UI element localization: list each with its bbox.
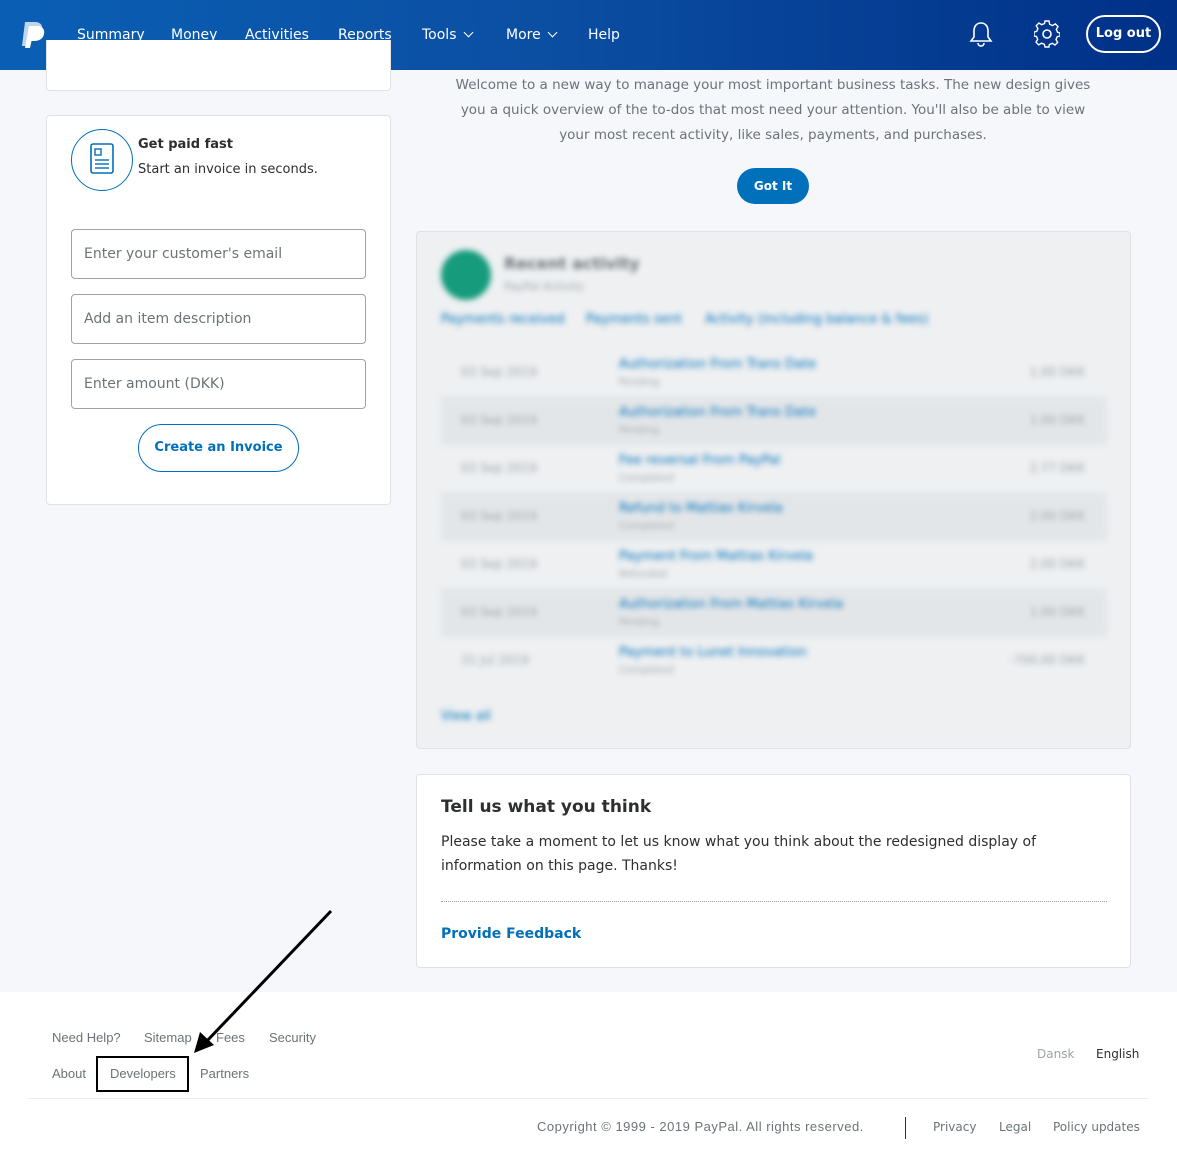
activity-row[interactable]: 03 Sep 2019 Fee reversal From PayPal Com… — [441, 445, 1107, 493]
invoice-card-title: Get paid fast — [138, 137, 233, 152]
chevron-down-icon — [463, 27, 473, 38]
gear-icon[interactable] — [1034, 20, 1060, 48]
activity-row[interactable]: 03 Sep 2019 Authorization From Trans Dat… — [441, 397, 1107, 445]
activity-description[interactable]: Payment From Mattias Kirvela — [619, 549, 813, 564]
footer-link-policy-updates[interactable]: Policy updates — [1053, 1120, 1140, 1134]
activity-status: Completed — [619, 665, 674, 676]
view-all-link[interactable]: View all — [441, 709, 491, 724]
customer-email-input[interactable] — [71, 229, 366, 279]
activity-description[interactable]: Authorization From Trans Date — [619, 405, 816, 420]
previous-card-bottom — [46, 40, 391, 91]
activity-status: Pending — [619, 617, 659, 628]
activity-status: Completed — [619, 473, 674, 484]
copyright-text: Copyright © 1999 - 2019 PayPal. All righ… — [537, 1119, 864, 1134]
footer-divider — [28, 1098, 1149, 1099]
invoice-card-subtitle: Start an invoice in seconds. — [138, 162, 318, 177]
footer-link-need-help[interactable]: Need Help? — [52, 1030, 121, 1045]
activity-description[interactable]: Payment to Lunet Innovation — [619, 645, 807, 660]
activity-status: Completed — [619, 521, 674, 532]
invoice-card: Get paid fast Start an invoice in second… — [46, 115, 391, 505]
amount-input[interactable] — [71, 359, 366, 409]
recent-activity-card: Recent activity PayPal Activity Payments… — [416, 231, 1131, 749]
footer-link-sitemap[interactable]: Sitemap — [144, 1030, 192, 1045]
language-english[interactable]: English — [1096, 1047, 1139, 1061]
footer: Need Help? Sitemap Fees Security About D… — [0, 992, 1177, 1164]
footer-link-legal[interactable]: Legal — [999, 1120, 1031, 1134]
activity-amount: 2.00 DKK — [1029, 509, 1085, 523]
invoice-icon — [71, 129, 133, 191]
logout-button[interactable]: Log out — [1086, 15, 1161, 53]
activity-row[interactable]: 03 Sep 2019 Authorization From Trans Dat… — [441, 349, 1107, 397]
activity-description[interactable]: Refund to Mattias Kirvela — [619, 501, 783, 516]
activity-date: 03 Sep 2019 — [461, 365, 538, 379]
tab-payments-sent[interactable]: Payments sent — [586, 312, 682, 327]
activity-amount: 1.00 DKK — [1029, 365, 1085, 379]
chevron-down-icon — [547, 27, 558, 38]
activity-description[interactable]: Fee reversal From PayPal — [619, 453, 781, 468]
item-description-input[interactable] — [71, 294, 366, 344]
separator — [905, 1117, 906, 1139]
tab-activity-all[interactable]: Activity (including balance & fees) — [705, 312, 928, 327]
feedback-text: Please take a moment to let us know what… — [441, 834, 1037, 874]
activity-description[interactable]: Authorization From Trans Date — [619, 357, 816, 372]
nav-tools[interactable]: Tools — [422, 0, 473, 70]
activity-status: Pending — [619, 377, 659, 388]
footer-link-fees[interactable]: Fees — [216, 1030, 245, 1045]
tab-payments-received[interactable]: Payments received — [441, 312, 565, 327]
activity-date: 03 Sep 2019 — [461, 557, 538, 571]
activity-status: Refunded — [619, 569, 667, 580]
language-dansk[interactable]: Dansk — [1037, 1047, 1074, 1061]
paypal-logo-icon[interactable] — [20, 20, 46, 48]
activity-amount: 2.77 DKK — [1029, 461, 1085, 475]
footer-link-partners[interactable]: Partners — [200, 1066, 249, 1081]
footer-link-privacy[interactable]: Privacy — [933, 1120, 976, 1134]
bell-icon[interactable] — [968, 20, 994, 48]
activity-subtitle: PayPal Activity — [504, 280, 584, 293]
activity-amount: -700,00 DKK — [1009, 653, 1085, 667]
activity-date: 03 Sep 2019 — [461, 413, 538, 427]
activity-avatar — [441, 250, 491, 300]
activity-date: 03 Sep 2019 — [461, 461, 538, 475]
feedback-card: Tell us what you think Please take a mom… — [416, 774, 1131, 968]
activity-date: 31 Jul 2019 — [461, 653, 529, 667]
provide-feedback-link[interactable]: Provide Feedback — [441, 926, 581, 942]
activity-amount: 2.00 DKK — [1029, 557, 1085, 571]
activity-row[interactable]: 03 Sep 2019 Payment From Mattias Kirvela… — [441, 541, 1107, 589]
welcome-message: Welcome to a new way to manage your most… — [455, 77, 1091, 143]
feedback-title: Tell us what you think — [441, 797, 652, 817]
footer-link-about[interactable]: About — [52, 1066, 86, 1081]
activity-description[interactable]: Authorization From Mattias Kirvela — [619, 597, 843, 612]
create-invoice-button[interactable]: Create an Invoice — [138, 424, 299, 472]
divider — [441, 901, 1107, 902]
nav-help[interactable]: Help — [588, 0, 620, 70]
activity-date: 03 Sep 2019 — [461, 605, 538, 619]
activity-title: Recent activity — [504, 254, 640, 273]
nav-more[interactable]: More — [506, 0, 558, 70]
got-it-button[interactable]: Got It — [737, 168, 809, 204]
activity-date: 03 Sep 2019 — [461, 509, 538, 523]
activity-row[interactable]: 03 Sep 2019 Refund to Mattias Kirvela Co… — [441, 493, 1107, 541]
footer-link-security[interactable]: Security — [269, 1030, 316, 1045]
activity-amount: 1.00 DKK — [1029, 413, 1085, 427]
activity-status: Pending — [619, 425, 659, 436]
activity-row[interactable]: 03 Sep 2019 Authorization From Mattias K… — [441, 589, 1107, 637]
developers-highlight-box — [96, 1056, 189, 1092]
activity-row[interactable]: 31 Jul 2019 Payment to Lunet Innovation … — [441, 637, 1107, 685]
activity-amount: 1.00 DKK — [1029, 605, 1085, 619]
